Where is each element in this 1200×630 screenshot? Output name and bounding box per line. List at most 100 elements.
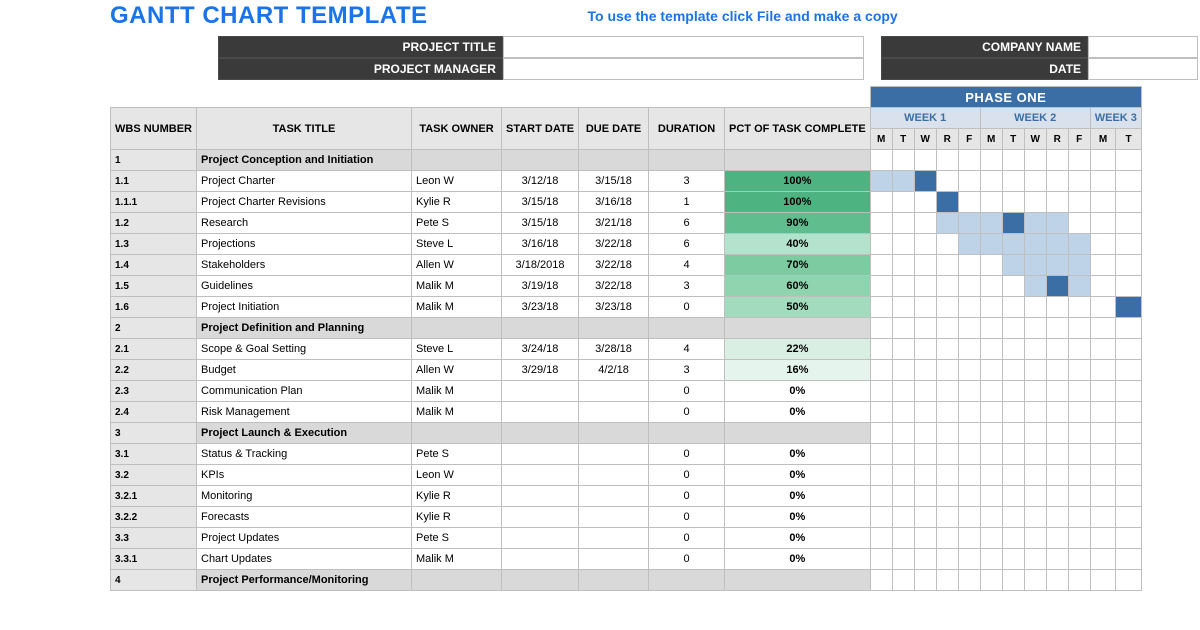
gantt-cell[interactable] (1090, 360, 1116, 381)
start-cell[interactable] (502, 507, 579, 528)
gantt-cell[interactable] (980, 402, 1002, 423)
wbs-cell[interactable]: 1.2 (111, 213, 197, 234)
cell[interactable] (412, 423, 502, 444)
gantt-cell[interactable] (958, 192, 980, 213)
gantt-cell[interactable] (936, 465, 958, 486)
gantt-cell[interactable] (1090, 192, 1116, 213)
gantt-cell[interactable] (1116, 192, 1142, 213)
gantt-cell[interactable] (958, 423, 980, 444)
gantt-cell[interactable] (914, 570, 936, 591)
gantt-cell[interactable] (1002, 234, 1024, 255)
wbs-cell[interactable]: 1 (111, 150, 197, 171)
gantt-cell[interactable] (1068, 528, 1090, 549)
gantt-cell[interactable] (980, 150, 1002, 171)
duration-cell[interactable]: 0 (649, 549, 725, 570)
gantt-cell[interactable] (936, 570, 958, 591)
gantt-cell[interactable] (1046, 465, 1068, 486)
gantt-cell[interactable] (1002, 486, 1024, 507)
gantt-cell[interactable] (892, 360, 914, 381)
gantt-cell[interactable] (914, 150, 936, 171)
gantt-cell[interactable] (1116, 171, 1142, 192)
gantt-cell[interactable] (914, 339, 936, 360)
gantt-cell[interactable] (1046, 549, 1068, 570)
gantt-cell[interactable] (980, 486, 1002, 507)
gantt-cell[interactable] (936, 276, 958, 297)
gantt-cell[interactable] (1024, 339, 1046, 360)
date-input[interactable] (1088, 58, 1198, 80)
duration-cell[interactable]: 1 (649, 192, 725, 213)
cell[interactable] (412, 318, 502, 339)
gantt-cell[interactable] (936, 507, 958, 528)
due-cell[interactable]: 3/22/18 (579, 276, 649, 297)
gantt-cell[interactable] (1090, 486, 1116, 507)
due-cell[interactable] (579, 444, 649, 465)
wbs-cell[interactable]: 3.1 (111, 444, 197, 465)
owner-cell[interactable]: Kylie R (412, 507, 502, 528)
gantt-cell[interactable] (980, 507, 1002, 528)
gantt-cell[interactable] (914, 318, 936, 339)
task-title-cell[interactable]: Project Initiation (197, 297, 412, 318)
gantt-cell[interactable] (1002, 192, 1024, 213)
gantt-cell[interactable] (980, 423, 1002, 444)
gantt-cell[interactable] (1068, 192, 1090, 213)
gantt-cell[interactable] (980, 297, 1002, 318)
gantt-cell[interactable] (892, 507, 914, 528)
gantt-cell[interactable] (870, 465, 892, 486)
gantt-cell[interactable] (1046, 318, 1068, 339)
gantt-cell[interactable] (1046, 255, 1068, 276)
gantt-cell[interactable] (936, 360, 958, 381)
gantt-cell[interactable] (870, 444, 892, 465)
task-title-cell[interactable]: Chart Updates (197, 549, 412, 570)
gantt-cell[interactable] (1024, 318, 1046, 339)
due-cell[interactable] (579, 507, 649, 528)
owner-cell[interactable]: Pete S (412, 444, 502, 465)
gantt-cell[interactable] (1068, 297, 1090, 318)
task-title-cell[interactable]: Project Charter Revisions (197, 192, 412, 213)
gantt-cell[interactable] (1068, 318, 1090, 339)
cell[interactable] (502, 423, 579, 444)
cell[interactable] (649, 570, 725, 591)
gantt-cell[interactable] (936, 486, 958, 507)
wbs-cell[interactable]: 1.1.1 (111, 192, 197, 213)
task-title-cell[interactable]: KPIs (197, 465, 412, 486)
cell[interactable] (412, 570, 502, 591)
gantt-cell[interactable] (936, 192, 958, 213)
gantt-cell[interactable] (980, 213, 1002, 234)
gantt-cell[interactable] (1024, 255, 1046, 276)
gantt-cell[interactable] (1068, 444, 1090, 465)
wbs-cell[interactable]: 3.3.1 (111, 549, 197, 570)
wbs-cell[interactable]: 2.2 (111, 360, 197, 381)
gantt-cell[interactable] (1090, 570, 1116, 591)
gantt-cell[interactable] (1002, 297, 1024, 318)
cell[interactable] (649, 423, 725, 444)
gantt-cell[interactable] (1002, 276, 1024, 297)
owner-cell[interactable]: Malik M (412, 381, 502, 402)
start-cell[interactable] (502, 486, 579, 507)
cell[interactable] (502, 570, 579, 591)
task-title-cell[interactable]: Forecasts (197, 507, 412, 528)
gantt-cell[interactable] (1024, 423, 1046, 444)
gantt-cell[interactable] (870, 150, 892, 171)
company-name-input[interactable] (1088, 36, 1198, 58)
wbs-cell[interactable]: 3.2.1 (111, 486, 197, 507)
gantt-cell[interactable] (1024, 360, 1046, 381)
wbs-cell[interactable]: 4 (111, 570, 197, 591)
gantt-cell[interactable] (870, 171, 892, 192)
gantt-cell[interactable] (1046, 234, 1068, 255)
task-title-cell[interactable]: Monitoring (197, 486, 412, 507)
due-cell[interactable] (579, 402, 649, 423)
gantt-cell[interactable] (1068, 171, 1090, 192)
gantt-cell[interactable] (1002, 381, 1024, 402)
gantt-cell[interactable] (892, 528, 914, 549)
gantt-cell[interactable] (1024, 402, 1046, 423)
gantt-cell[interactable] (958, 381, 980, 402)
gantt-cell[interactable] (1024, 507, 1046, 528)
gantt-cell[interactable] (958, 360, 980, 381)
owner-cell[interactable]: Steve L (412, 339, 502, 360)
gantt-cell[interactable] (892, 465, 914, 486)
gantt-cell[interactable] (1090, 213, 1116, 234)
gantt-cell[interactable] (1090, 381, 1116, 402)
owner-cell[interactable]: Malik M (412, 276, 502, 297)
gantt-cell[interactable] (1046, 570, 1068, 591)
gantt-cell[interactable] (958, 234, 980, 255)
